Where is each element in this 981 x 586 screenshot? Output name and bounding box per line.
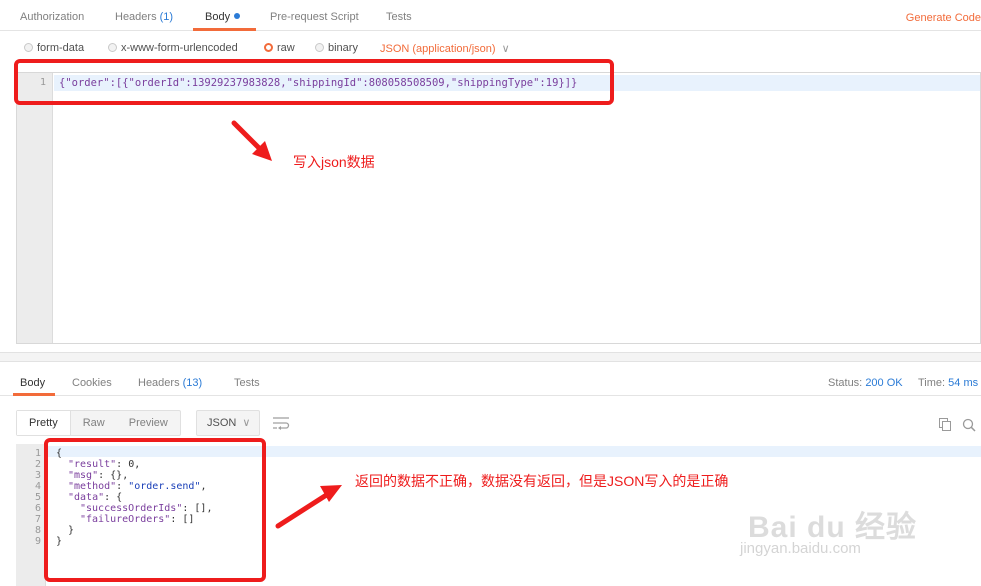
radio-raw[interactable]: raw <box>264 42 295 54</box>
radio-urlencoded-label: x-www-form-urlencoded <box>121 42 238 54</box>
pretty-button[interactable]: Pretty <box>17 411 71 435</box>
radio-binary-label: binary <box>328 42 358 54</box>
response-time: Time: 54 ms <box>918 377 978 389</box>
annotation-arrow-up-right-icon <box>275 485 342 529</box>
chevron-down-icon: ∨ <box>242 417 251 429</box>
chevron-down-icon: ∨ <box>501 43 510 55</box>
body-type-options: form-data x-www-form-urlencoded raw bina… <box>0 38 981 60</box>
radio-urlencoded[interactable]: x-www-form-urlencoded <box>108 42 238 54</box>
format-label: JSON <box>207 417 237 429</box>
preview-button[interactable]: Preview <box>117 411 180 435</box>
response-active-tab-underline <box>13 393 55 396</box>
status-label: Status: <box>828 377 863 389</box>
response-tab-cookies[interactable]: Cookies <box>72 377 112 389</box>
status-value: 200 OK <box>865 377 903 389</box>
radio-circle-icon <box>108 43 117 52</box>
tab-body-label: Body <box>205 11 231 23</box>
baidu-watermark: Bai du 经验 jingyan.baidu.com <box>740 482 940 562</box>
highlight-box-response <box>44 438 266 582</box>
copy-icon[interactable] <box>939 418 951 431</box>
line-number: 9 <box>34 536 41 547</box>
format-dropdown[interactable]: JSON ∨ <box>196 410 260 436</box>
line-number: 7 <box>34 514 41 525</box>
view-mode-group: Pretty Raw Preview <box>16 410 181 436</box>
watermark-url: jingyan.baidu.com <box>740 540 861 557</box>
response-status: Status: 200 OK <box>828 377 903 389</box>
wrap-lines-icon[interactable] <box>272 416 290 430</box>
annotation-response-note: 返回的数据不正确，数据没有返回，但是JSON写入的是正确 <box>355 473 729 489</box>
radio-form-data-label: form-data <box>37 42 85 54</box>
pane-separator[interactable] <box>0 352 981 362</box>
request-body-editor[interactable]: 1 {"order":[{"orderId":13929237983828,"s… <box>16 72 981 344</box>
time-label: Time: <box>918 377 946 389</box>
highlight-box-request <box>14 59 614 105</box>
search-icon[interactable] <box>962 418 976 432</box>
response-toolbar: Pretty Raw Preview JSON ∨ <box>0 404 981 440</box>
tab-headers-label: Headers <box>115 11 157 23</box>
line-number: 4 <box>34 481 41 492</box>
tab-body[interactable]: Body <box>205 11 241 23</box>
line-number: 6 <box>34 503 41 514</box>
annotation-request-note: 写入json数据 <box>293 154 375 170</box>
response-tab-headers[interactable]: Headers (13) <box>138 377 202 389</box>
response-tab-headers-count: (13) <box>182 377 203 389</box>
modified-dot-icon <box>234 13 241 19</box>
active-tab-underline <box>193 28 256 31</box>
radio-binary[interactable]: binary <box>315 42 358 54</box>
response-tabs: Body Cookies Headers (13) Tests Status: … <box>0 362 981 396</box>
radio-raw-label: raw <box>277 42 295 54</box>
radio-circle-icon <box>315 43 324 52</box>
response-line-gutter: 1 2 3 4 5 6 7 8 9 <box>16 444 46 586</box>
radio-form-data[interactable]: form-data <box>24 42 84 54</box>
annotation-arrow-down-right-icon <box>231 120 272 161</box>
request-tabs: Authorization Headers (1) Body Pre-reque… <box>0 0 981 31</box>
line-number: 5 <box>34 492 41 503</box>
tab-headers-count: (1) <box>159 11 174 23</box>
raw-button[interactable]: Raw <box>71 411 117 435</box>
response-tab-headers-label: Headers <box>138 377 180 389</box>
content-type-dropdown[interactable]: JSON (application/json) ∨ <box>380 42 510 55</box>
tab-authorization[interactable]: Authorization <box>20 11 84 23</box>
line-number: 1 <box>34 448 41 459</box>
tab-headers[interactable]: Headers (1) <box>115 11 173 23</box>
line-gutter: 1 <box>17 73 53 343</box>
line-number: 3 <box>34 470 41 481</box>
line-number: 8 <box>34 525 41 536</box>
tab-tests[interactable]: Tests <box>386 11 412 23</box>
tab-prerequest-script[interactable]: Pre-request Script <box>270 11 359 23</box>
time-value: 54 ms <box>948 377 979 389</box>
line-number: 2 <box>34 459 41 470</box>
radio-circle-icon <box>24 43 33 52</box>
content-type-label: JSON (application/json) <box>380 43 496 55</box>
radio-selected-icon <box>264 43 273 52</box>
generate-code-link[interactable]: Generate Code <box>906 12 981 24</box>
response-tab-tests[interactable]: Tests <box>234 377 260 389</box>
response-tab-body[interactable]: Body <box>20 377 45 389</box>
